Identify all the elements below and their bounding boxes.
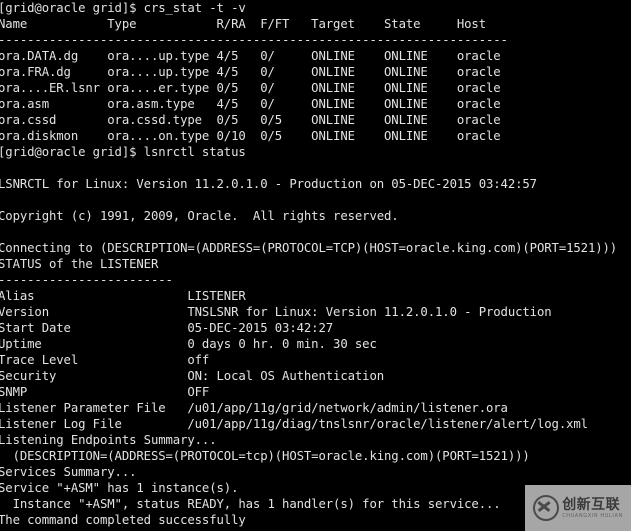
terminal-line: ora.DATA.dg ora....up.type 4/5 0/ ONLINE…	[0, 49, 501, 63]
terminal-line: Name Type R/RA F/FT Target State Host	[0, 17, 486, 31]
terminal-line: STATUS of the LISTENER	[0, 257, 159, 271]
terminal-line: Security ON: Local OS Authentication	[0, 369, 385, 383]
terminal-line: Service "+ASM" has 1 instance(s).	[0, 481, 239, 495]
terminal-line: ----------------------------------------…	[0, 33, 508, 47]
terminal-line: Connecting to (DESCRIPTION=(ADDRESS=(PRO…	[0, 241, 618, 255]
terminal-line: Uptime 0 days 0 hr. 0 min. 30 sec	[0, 337, 377, 351]
terminal-line: Instance "+ASM", status READY, has 1 han…	[0, 497, 501, 511]
terminal-line: Trace Level off	[0, 353, 210, 367]
terminal-line: ora....ER.lsnr ora....er.type 0/5 0/ ONL…	[0, 81, 501, 95]
terminal-line: Listener Parameter File /u01/app/11g/gri…	[0, 401, 508, 415]
terminal-line: ora.asm ora.asm.type 4/5 0/ ONLINE ONLIN…	[0, 97, 501, 111]
terminal-line: [grid@oracle grid]$ crs_stat -t -v	[0, 1, 246, 15]
terminal-line: [grid@oracle grid]$ lsnrctl status	[0, 145, 246, 159]
terminal-line: Start Date 05-DEC-2015 03:42:27	[0, 321, 334, 335]
terminal-line: SNMP OFF	[0, 385, 210, 399]
terminal-line: Version TNSLSNR for Linux: Version 11.2.…	[0, 305, 552, 319]
terminal-line: Listener Log File /u01/app/11g/diag/tnsl…	[0, 417, 588, 431]
terminal-line: LSNRCTL for Linux: Version 11.2.0.1.0 - …	[0, 177, 537, 191]
terminal-line: The command completed successfully	[0, 513, 246, 527]
terminal-line: Services Summary...	[0, 465, 137, 479]
terminal-line: ora.FRA.dg ora....up.type 4/5 0/ ONLINE …	[0, 65, 501, 79]
terminal-line: Listening Endpoints Summary...	[0, 433, 217, 447]
terminal-line: ora.diskmon ora....on.type 0/10 0/5 ONLI…	[0, 129, 501, 143]
terminal-line: ora.cssd ora.cssd.type 0/5 0/5 ONLINE ON…	[0, 113, 501, 127]
terminal-output[interactable]: [grid@oracle grid]$ crs_stat -t -v Name T…	[0, 0, 631, 531]
terminal-line: Copyright (c) 1991, 2009, Oracle. All ri…	[0, 209, 399, 223]
terminal-line: ------------------------	[0, 273, 173, 287]
terminal-line: Alias LISTENER	[0, 289, 246, 303]
terminal-line: (DESCRIPTION=(ADDRESS=(PROTOCOL=tcp)(HOS…	[0, 449, 530, 463]
